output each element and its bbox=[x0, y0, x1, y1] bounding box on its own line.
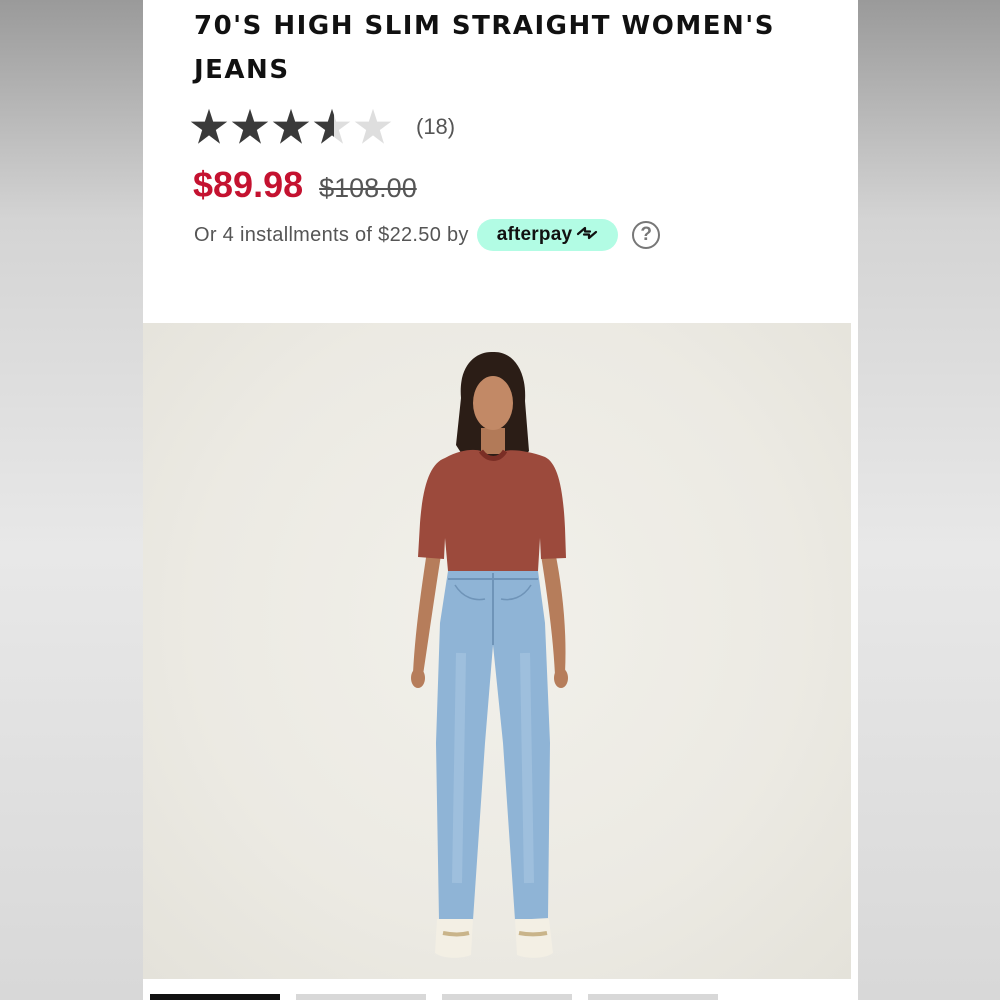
afterpay-arrows-icon bbox=[575, 225, 599, 246]
product-image[interactable] bbox=[143, 323, 851, 979]
review-count-link[interactable]: (18) bbox=[416, 114, 455, 140]
star-filled-icon bbox=[231, 108, 269, 144]
installments-row: Or 4 installments of $22.50 by afterpay … bbox=[194, 219, 661, 251]
sale-price: $89.98 bbox=[193, 164, 304, 205]
afterpay-badge[interactable]: afterpay bbox=[476, 219, 619, 251]
backdrop-left bbox=[0, 0, 143, 1000]
star-rating bbox=[190, 108, 395, 146]
installments-text: Or 4 installments of $22.50 by bbox=[194, 223, 469, 246]
star-filled-icon bbox=[190, 108, 228, 144]
price-block: $89.98 $108.00 bbox=[193, 164, 417, 206]
gallery-thumb[interactable] bbox=[442, 994, 572, 1000]
gallery-thumb[interactable] bbox=[296, 994, 426, 1000]
product-rating[interactable]: (18) bbox=[190, 106, 455, 148]
star-filled-icon bbox=[272, 108, 310, 144]
gallery-thumb-active[interactable] bbox=[150, 994, 280, 1000]
model-figure bbox=[411, 351, 568, 958]
original-price: $108.00 bbox=[319, 173, 417, 203]
help-icon[interactable]: ? bbox=[632, 221, 661, 249]
product-title: 70'S HIGH SLIM STRAIGHT WOMEN'S JEANS bbox=[194, 11, 775, 85]
gallery-thumb[interactable] bbox=[588, 994, 718, 1000]
star-empty-icon bbox=[354, 108, 392, 144]
backdrop-right bbox=[858, 0, 1000, 1000]
image-pagination bbox=[150, 994, 734, 1000]
star-half-icon bbox=[313, 108, 351, 144]
product-card: 70'S HIGH SLIM STRAIGHT WOMEN'S JEANS (1… bbox=[143, 0, 858, 1000]
afterpay-wordmark: afterpay bbox=[496, 224, 573, 245]
